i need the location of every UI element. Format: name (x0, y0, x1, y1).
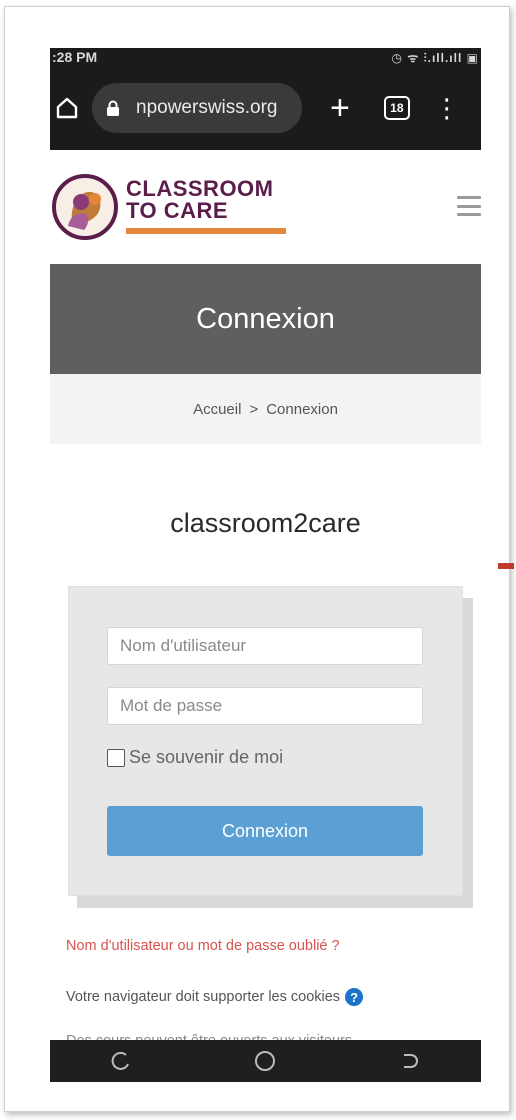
brand-line-1: CLASSROOM (126, 176, 274, 201)
password-input[interactable] (107, 687, 423, 725)
url-text: npowerswiss.org (136, 97, 278, 118)
tab-switcher-icon[interactable]: 18 (383, 96, 410, 120)
breadcrumb-separator: > (249, 400, 259, 418)
login-card: Se souvenir de moi Connexion (68, 586, 463, 896)
breadcrumb-current: Connexion (266, 400, 338, 418)
status-time: :28 PM (52, 49, 98, 65)
menu-icon[interactable] (457, 196, 481, 216)
forgot-password-link[interactable]: Nom d'utilisateur ou mot de passe oublié… (66, 938, 340, 954)
help-icon[interactable]: ? (345, 988, 364, 1006)
more-menu-icon[interactable]: ⋮ (434, 95, 460, 121)
phone-screen: :28 PM ◷ ᯤ ⫶.ıll.ıll ▣ npowerswiss.org +… (50, 48, 481, 1082)
site-logo[interactable] (50, 172, 120, 242)
browser-toolbar: npowerswiss.org + 18 ⋮ (50, 66, 481, 150)
lock-icon (106, 99, 122, 117)
breadcrumb: Accueil > Connexion (50, 374, 481, 444)
brand-line-2: TO CARE (126, 198, 229, 223)
cookies-notice-text: Votre navigateur doit supporter les cook… (66, 989, 341, 1005)
breadcrumb-home-link[interactable]: Accueil (193, 401, 241, 418)
address-bar[interactable]: npowerswiss.org (92, 83, 302, 133)
annotation-marker (498, 563, 514, 569)
page-title: Connexion (196, 302, 335, 335)
login-button[interactable]: Connexion (107, 806, 423, 856)
site-name-heading: classroom2care (170, 508, 361, 538)
home-button-icon[interactable] (251, 1047, 279, 1075)
page-banner: Connexion (50, 264, 481, 374)
back-icon[interactable] (395, 1047, 423, 1075)
home-icon[interactable] (52, 93, 82, 123)
new-tab-icon[interactable]: + (330, 91, 350, 125)
status-icons: ◷ ᯤ ⫶.ıll.ıll ▣ (391, 50, 479, 65)
site-header: CLASSROOM TO CARE (50, 150, 481, 260)
username-input[interactable] (107, 627, 423, 665)
android-nav-bar (50, 1040, 481, 1082)
remember-me-label: Se souvenir de moi (129, 747, 284, 767)
recent-apps-icon[interactable] (108, 1047, 136, 1075)
brand-name: CLASSROOM TO CARE (126, 178, 274, 222)
remember-me-checkbox[interactable] (107, 748, 125, 767)
remember-me[interactable]: Se souvenir de moi (107, 747, 283, 768)
brand-tagline-bar (126, 228, 286, 234)
status-bar: :28 PM ◷ ᯤ ⫶.ıll.ıll ▣ (50, 48, 481, 66)
cookies-notice: Votre navigateur doit supporter les cook… (66, 988, 364, 1006)
